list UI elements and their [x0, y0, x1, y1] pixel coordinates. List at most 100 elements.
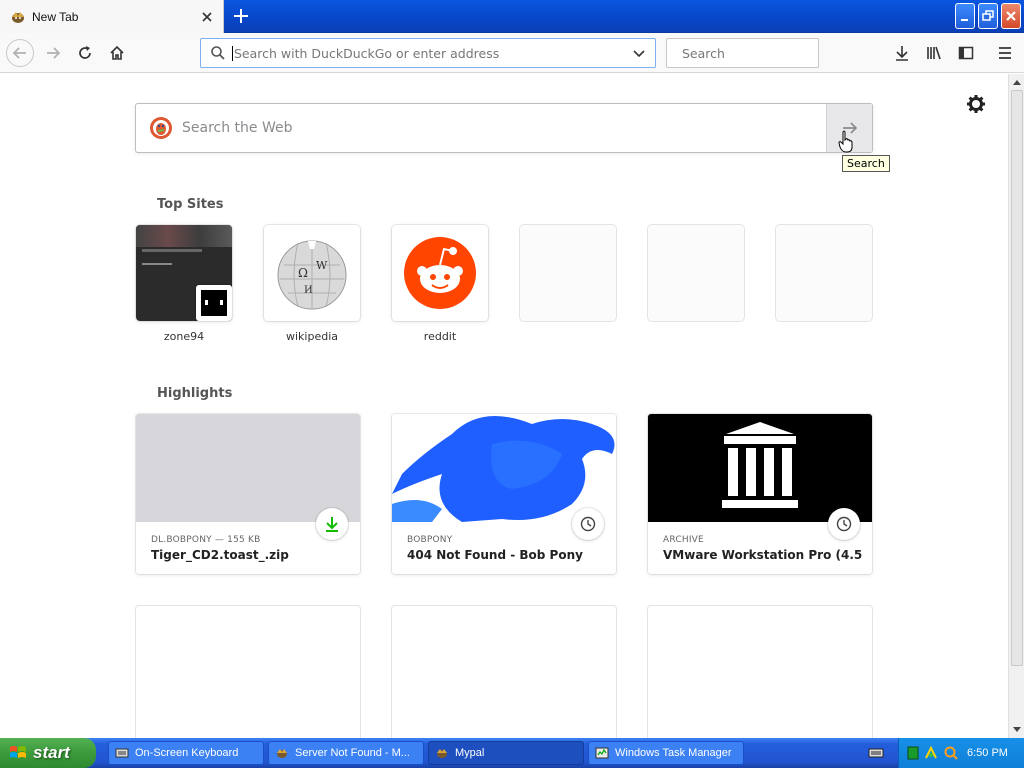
bob-pony-logo-icon [392, 416, 615, 522]
top-sites-title: Top Sites [157, 197, 224, 212]
top-site-empty[interactable] [776, 225, 872, 330]
top-site-zone94[interactable]: zone94 [136, 225, 232, 343]
download-icon [896, 46, 908, 61]
gear-icon[interactable] [966, 94, 986, 114]
search-bar[interactable] [666, 38, 838, 68]
highlight-card[interactable]: ARCHIVE VMware Workstation Pro (4.53 -..… [648, 414, 872, 574]
scroll-down-button[interactable] [1009, 722, 1024, 738]
top-site-wikipedia[interactable]: Ω W И wikipedia [264, 225, 360, 343]
svg-text:И: И [304, 285, 313, 296]
highlight-card[interactable]: BOBPONY 404 Not Found - Bob Pony [392, 414, 616, 574]
top-site-thumbnail: Ω W И [264, 225, 360, 321]
navigation-toolbar [0, 33, 1024, 73]
top-site-thumbnail [136, 225, 232, 321]
top-site-label: reddit [423, 330, 457, 343]
mypal-icon [437, 749, 447, 758]
close-window-button[interactable] [1001, 3, 1021, 29]
taskbar-item-label: On-Screen Keyboard [135, 747, 239, 759]
highlight-title: VMware Workstation Pro (4.53 -... [663, 548, 863, 562]
forward-button[interactable] [40, 40, 66, 66]
keyboard-tray-icon[interactable] [868, 746, 884, 760]
taskbar-item-server-not-found[interactable]: Server Not Found - M... [268, 741, 424, 765]
mypal-favicon-icon [12, 11, 24, 23]
taskbar-clock: 6:50 PM [967, 747, 1008, 759]
start-button[interactable]: start [0, 738, 96, 768]
top-site-empty[interactable] [520, 225, 616, 330]
new-tab-button[interactable] [229, 4, 253, 28]
svg-text:W: W [316, 259, 328, 272]
top-site-thumbnail [392, 225, 488, 321]
top-site-reddit[interactable]: reddit [392, 225, 488, 343]
back-button[interactable] [6, 39, 34, 67]
menu-button[interactable] [992, 40, 1018, 66]
taskbar: start On-Screen Keyboard Server Not Foun… [0, 738, 1024, 768]
home-icon [110, 45, 124, 60]
tab-strip: New Tab [0, 0, 1024, 33]
windows-flag-icon [10, 746, 26, 758]
chevron-down-icon[interactable] [631, 45, 647, 61]
highlight-context: DL.BOBPONY — 155 KB [151, 535, 261, 545]
restore-icon [982, 10, 994, 21]
taskbar-item-label: Mypal [455, 747, 485, 759]
scrollbar-thumb[interactable] [1011, 90, 1023, 666]
chevron-up-icon [1013, 80, 1021, 85]
highlight-title: Tiger_CD2.toast_.zip [151, 548, 289, 562]
search-input[interactable] [682, 45, 838, 61]
restore-button[interactable] [978, 3, 998, 29]
text-caret [232, 45, 233, 61]
highlight-card[interactable]: DL.BOBPONY — 155 KB Tiger_CD2.toast_.zip [136, 414, 360, 574]
highlight-badge [828, 508, 860, 540]
reddit-logo-icon [404, 237, 476, 309]
sidebar-button[interactable] [953, 40, 979, 66]
clock-icon [580, 516, 596, 532]
web-search-box[interactable]: Search the Web [135, 103, 873, 153]
search-icon [211, 46, 225, 60]
highlights-title: Highlights [157, 386, 233, 401]
top-site-label: wikipedia [285, 330, 338, 343]
taskbar-item-on-screen-keyboard[interactable]: On-Screen Keyboard [108, 741, 264, 765]
green-tray-icon[interactable] [907, 746, 919, 760]
downloads-button[interactable] [889, 40, 915, 66]
search-tooltip: Search [842, 155, 890, 172]
taskbar-item-label: Server Not Found - M... [295, 747, 410, 759]
hamburger-menu-icon [999, 47, 1011, 59]
highlight-image [136, 414, 360, 522]
highlight-context: BOBPONY [407, 535, 453, 545]
taskbar-item-task-manager[interactable]: Windows Task Manager [588, 741, 744, 765]
close-tab-icon[interactable] [199, 9, 215, 25]
library-button[interactable] [921, 40, 947, 66]
minimize-button[interactable] [955, 3, 975, 29]
tab-new-tab[interactable]: New Tab [0, 0, 224, 33]
top-site-empty[interactable] [648, 225, 744, 330]
wikipedia-globe-icon: Ω W И [277, 240, 347, 310]
plus-icon [234, 9, 248, 23]
reload-icon [79, 46, 91, 59]
top-site-label: zone94 [163, 330, 205, 343]
url-bar[interactable] [200, 38, 656, 68]
highlight-context: ARCHIVE [663, 535, 704, 545]
vertical-scrollbar[interactable] [1008, 74, 1024, 738]
url-input[interactable] [234, 45, 631, 61]
archive-logo-icon [722, 422, 798, 508]
highlight-placeholder [648, 606, 872, 738]
search-tray-icon[interactable] [943, 745, 959, 761]
library-icon [927, 46, 941, 60]
mypal-icon [277, 749, 287, 758]
keyboard-icon [115, 748, 129, 758]
highlight-image [392, 414, 616, 522]
highlight-title: 404 Not Found - Bob Pony [407, 548, 583, 562]
taskbar-item-mypal[interactable]: Mypal [428, 741, 584, 765]
duckduckgo-logo-icon [150, 117, 172, 139]
taskbar-item-label: Windows Task Manager [615, 747, 732, 759]
download-icon [326, 517, 338, 532]
chevron-down-icon [1013, 727, 1021, 732]
system-tray: 6:50 PM [898, 738, 1024, 768]
reload-button[interactable] [72, 40, 98, 66]
highlight-badge [316, 508, 348, 540]
highlight-image [648, 414, 872, 522]
network-icon[interactable] [923, 745, 939, 761]
highlight-placeholder [392, 606, 616, 738]
web-search-placeholder[interactable]: Search the Web [182, 120, 826, 136]
scroll-up-button[interactable] [1009, 74, 1024, 90]
home-button[interactable] [104, 40, 130, 66]
